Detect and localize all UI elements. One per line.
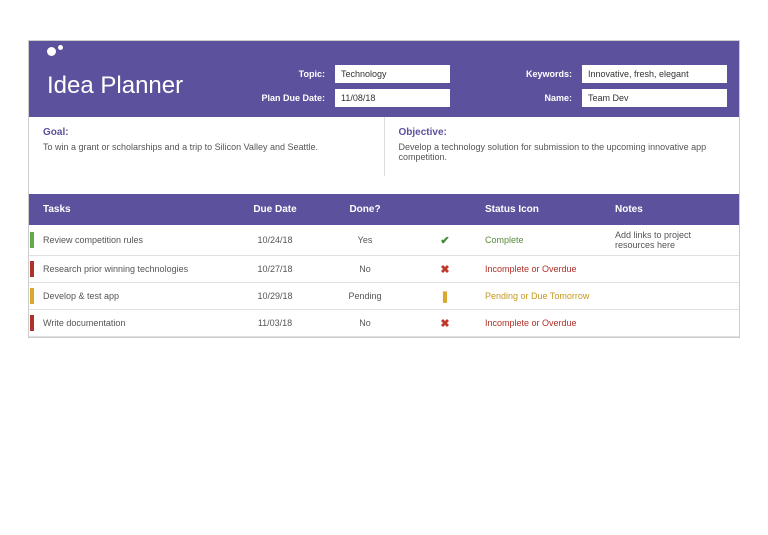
status-stripe [30, 288, 34, 304]
objective-text: Develop a technology solution for submis… [399, 142, 726, 162]
goal-text: To win a grant or scholarships and a tri… [43, 142, 370, 152]
task-rows: Review competition rules10/24/18Yes✔Comp… [29, 225, 739, 337]
keywords-field[interactable]: Innovative, fresh, elegant [582, 65, 727, 83]
task-due: 10/27/18 [225, 264, 325, 274]
goal-heading: Goal: [43, 127, 370, 138]
status-stripe [30, 261, 34, 277]
task-name: Research prior winning technologies [35, 264, 225, 274]
col-tasks: Tasks [35, 204, 225, 215]
status-text: Incomplete or Overdue [485, 264, 615, 274]
status-icon: ❚ [405, 290, 485, 303]
task-due: 10/29/18 [225, 291, 325, 301]
task-done: No [325, 264, 405, 274]
goal-box: Goal: To win a grant or scholarships and… [29, 117, 384, 176]
page-title: Idea Planner [47, 72, 257, 100]
table-row[interactable]: Develop & test app10/29/18Pending❚Pendin… [29, 283, 739, 310]
meta-grid: Topic: Technology Keywords: Innovative, … [257, 65, 727, 107]
task-name: Write documentation [35, 318, 225, 328]
task-done: Pending [325, 291, 405, 301]
logo-icon [47, 47, 63, 59]
task-done: No [325, 318, 405, 328]
col-done: Done? [325, 204, 405, 215]
name-label: Name: [456, 93, 576, 103]
task-name: Review competition rules [35, 235, 225, 245]
status-text: Pending or Due Tomorrow [485, 291, 615, 301]
status-icon: ✖ [405, 317, 485, 330]
task-done: Yes [325, 235, 405, 245]
status-stripe [30, 232, 34, 248]
col-notes: Notes [615, 204, 727, 215]
status-stripe [30, 315, 34, 331]
table-row[interactable]: Review competition rules10/24/18Yes✔Comp… [29, 225, 739, 256]
keywords-label: Keywords: [456, 69, 576, 79]
task-notes: Add links to project resources here [615, 230, 727, 250]
task-due: 10/24/18 [225, 235, 325, 245]
task-header-row: Tasks Due Date Done? Status Icon Notes [29, 194, 739, 225]
idea-planner: Idea Planner Topic: Technology Keywords:… [28, 40, 740, 338]
col-due: Due Date [225, 204, 325, 215]
table-row[interactable]: Research prior winning technologies10/27… [29, 256, 739, 283]
objective-box: Objective: Develop a technology solution… [384, 117, 740, 176]
task-name: Develop & test app [35, 291, 225, 301]
plan-due-label: Plan Due Date: [257, 93, 329, 103]
topic-field[interactable]: Technology [335, 65, 450, 83]
task-due: 11/03/18 [225, 318, 325, 328]
status-text: Incomplete or Overdue [485, 318, 615, 328]
objective-heading: Objective: [399, 127, 726, 138]
plan-due-field[interactable]: 11/08/18 [335, 89, 450, 107]
name-field[interactable]: Team Dev [582, 89, 727, 107]
status-text: Complete [485, 235, 615, 245]
header: Idea Planner Topic: Technology Keywords:… [29, 41, 739, 117]
status-icon: ✖ [405, 263, 485, 276]
table-row[interactable]: Write documentation11/03/18No✖Incomplete… [29, 310, 739, 337]
topic-label: Topic: [257, 69, 329, 79]
info-row: Goal: To win a grant or scholarships and… [29, 117, 739, 176]
status-icon: ✔ [405, 234, 485, 247]
col-status-icon: Status Icon [485, 204, 615, 215]
